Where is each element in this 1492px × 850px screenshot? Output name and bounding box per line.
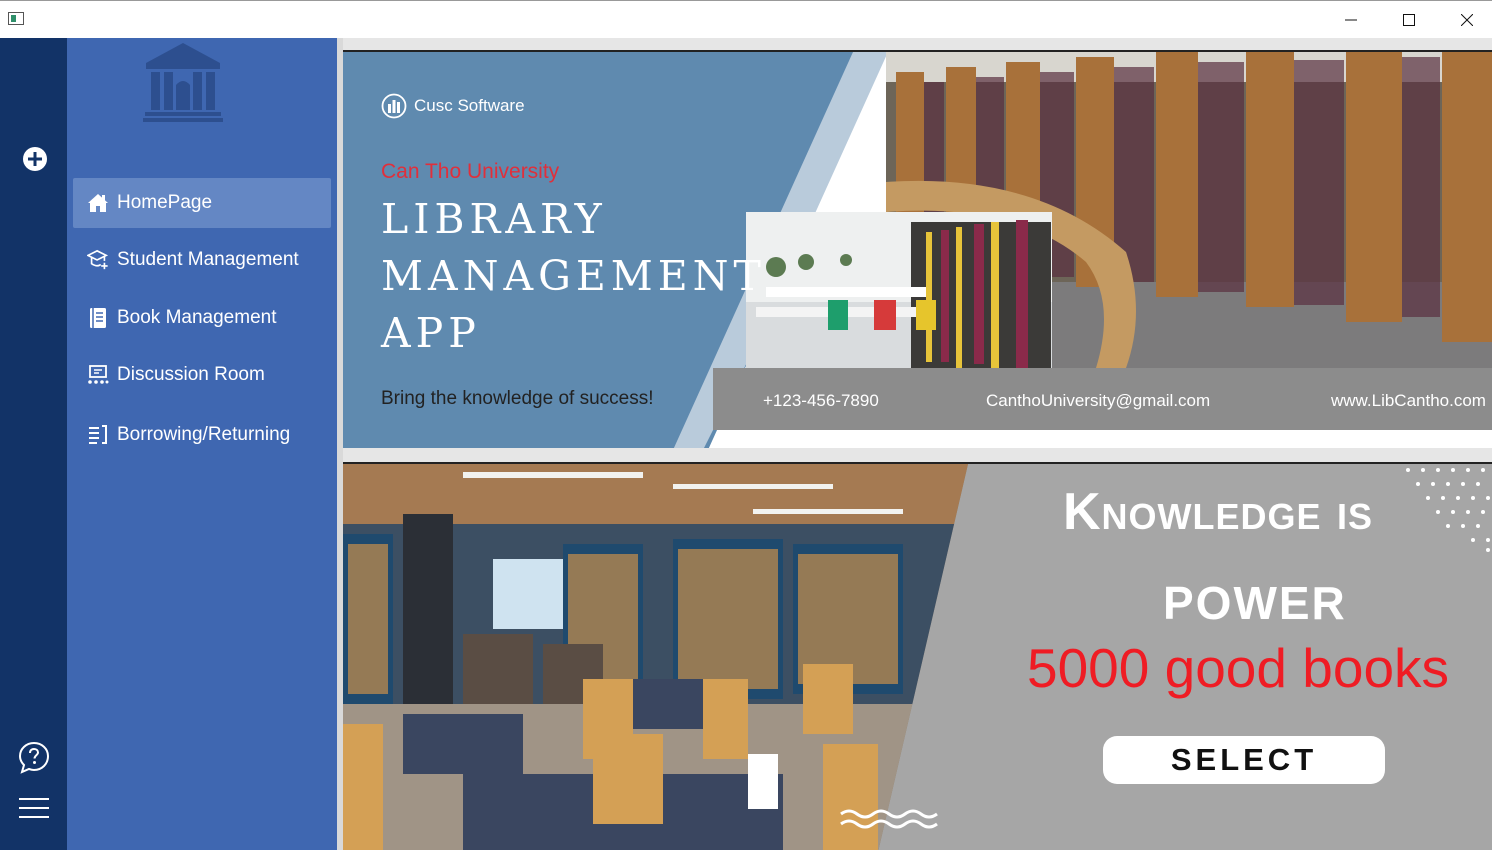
contact-website: www.LibCantho.com (1331, 391, 1486, 410)
home-icon (87, 192, 109, 214)
app-title-line-1: LIBRARY (381, 195, 607, 243)
app-icon (8, 12, 24, 25)
library-building-icon (143, 43, 223, 122)
app-title-line-2: MANAGEMENT (381, 252, 766, 300)
headline-knowledge: Knowledge is (1063, 483, 1374, 541)
brand: Cusc Software (381, 93, 525, 119)
maximize-button[interactable] (1380, 1, 1438, 39)
close-icon (1461, 14, 1473, 26)
tagline: Bring the knowledge of success! (381, 388, 654, 409)
library-banner: Cusc Software Can Tho University LIBRARY… (343, 50, 1492, 448)
promo-banner: Knowledge is POWER 5000 good books SELEC… (343, 462, 1492, 850)
book-icon (87, 307, 109, 329)
app-title-line-3: APP (381, 309, 481, 357)
select-button[interactable]: SELECT (1103, 736, 1385, 784)
sidebar-item-borrowing-returning[interactable]: Borrowing/Returning (73, 410, 331, 460)
study-room-photo (746, 212, 1052, 368)
plus-circle-icon[interactable] (22, 146, 48, 172)
maximize-icon (1403, 14, 1415, 26)
contact-email: CanthoUniversity@gmail.com (986, 391, 1211, 410)
close-button[interactable] (1438, 1, 1492, 39)
help-chat-icon[interactable] (18, 741, 50, 775)
graduation-cap-icon (87, 249, 109, 271)
sidebar-item-student-management[interactable]: Student Management (73, 235, 331, 285)
hamburger-menu-icon[interactable] (19, 796, 49, 820)
books-count-text: 5000 good books (1027, 637, 1450, 699)
window-titlebar (0, 0, 1492, 38)
brand-name: Cusc Software (414, 96, 525, 115)
sidebar-item-discussion-room[interactable]: Discussion Room (73, 350, 331, 400)
sidebar-item-label: HomePage (117, 192, 213, 213)
sidebar-item-book-management[interactable]: Book Management (73, 293, 331, 343)
sidebar-item-label: Book Management (117, 307, 277, 328)
sidebar: HomePage Student Management Book Managem… (67, 38, 337, 850)
minimize-button[interactable] (1322, 1, 1380, 39)
borrow-list-icon (87, 424, 109, 446)
headline-power: POWER (1163, 577, 1347, 629)
sidebar-item-label: Student Management (117, 249, 299, 270)
contact-phone: +123-456-7890 (763, 391, 879, 410)
university-name: Can Tho University (381, 160, 560, 183)
cusc-logo-icon (381, 93, 407, 119)
sidebar-item-homepage[interactable]: HomePage (73, 178, 331, 228)
sidebar-item-label: Borrowing/Returning (117, 424, 291, 445)
discussion-room-icon (87, 364, 109, 386)
sidebar-item-label: Discussion Room (117, 364, 265, 385)
minimize-icon (1345, 19, 1357, 21)
left-rail (0, 38, 67, 850)
